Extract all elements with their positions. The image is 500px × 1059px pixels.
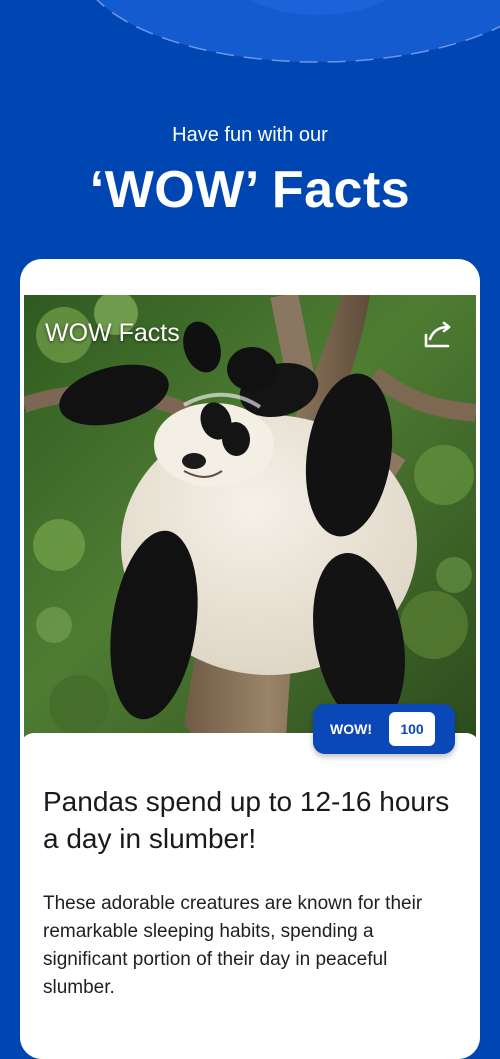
page-title: ‘WOW’ Facts [89,161,411,219]
fact-card: WOW Facts WOW! 100 Pandas spend up to 12… [20,259,480,1059]
wow-count: 100 [389,712,435,746]
fact-title: Pandas spend up to 12-16 hours a day in … [43,786,450,854]
panda-photo: WOW Facts [24,295,476,741]
page-subtitle: Have fun with our [172,124,328,146]
share-icon[interactable] [420,317,456,353]
decorative-arcs [96,0,500,63]
wow-reaction-button[interactable]: WOW! 100 [313,704,455,754]
wow-label: WOW! [330,721,372,737]
fact-body: These adorable creatures are known for t… [43,893,423,998]
photo-title: WOW Facts [45,319,180,347]
panda-illustration [24,295,476,741]
